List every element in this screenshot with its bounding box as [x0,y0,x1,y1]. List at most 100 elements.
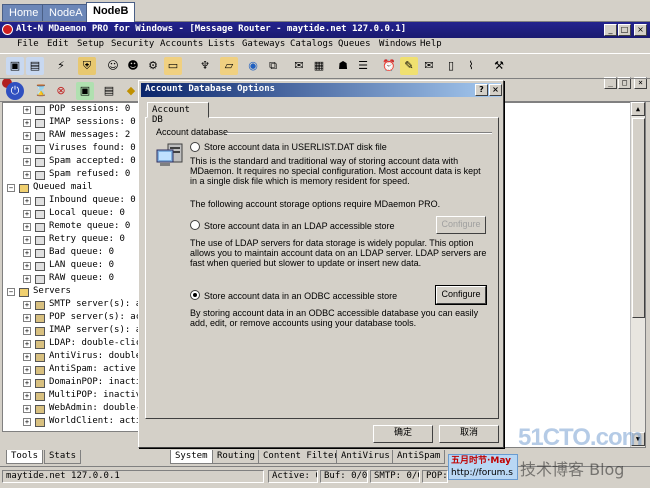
tree-item[interactable]: + LAN queue: 0 [3,260,139,273]
radio-userlist[interactable] [190,142,200,152]
envelope-icon[interactable]: ✉ [420,57,438,75]
menu-windows[interactable]: Windows [379,39,417,49]
expand-icon[interactable]: + [23,366,31,374]
globe-icon[interactable]: ◉ [244,57,262,75]
tree-item[interactable]: + LDAP: double-click [3,338,139,351]
tree-item[interactable]: + Spam refused: 0 [3,169,139,182]
window-icon[interactable]: ▣ [76,82,94,100]
clock-icon[interactable]: ⏰ [380,57,398,75]
radio-ldap[interactable] [190,220,200,230]
scroll-thumb[interactable] [632,118,645,318]
expand-icon[interactable]: + [23,132,31,140]
pin-icon[interactable]: ♆ [196,57,214,75]
tree-item[interactable]: + IMAP sessions: 0 [3,117,139,130]
menu-catalogs[interactable]: Catalogs [290,39,333,49]
cancel-icon[interactable]: ⊗ [52,82,70,100]
tree-item[interactable]: + WorldClient: active [3,416,139,429]
vertical-scrollbar[interactable]: ▲ ▼ [630,102,645,447]
tab-antispam[interactable]: AntiSpam [392,450,446,464]
expand-icon[interactable]: + [23,158,31,166]
expand-icon[interactable]: + [23,379,31,387]
tree-item[interactable]: + Viruses found: 0 [3,143,139,156]
tab-account-db[interactable]: Account DB [147,102,209,125]
menu-file[interactable]: File [17,39,39,49]
notepad-icon[interactable]: ▯ [442,57,460,75]
expand-icon[interactable]: + [23,236,31,244]
wand-icon[interactable]: ⚡ [52,57,70,75]
expand-icon[interactable]: + [23,171,31,179]
tab-system[interactable]: System [170,450,213,464]
tree-item[interactable]: + Inbound queue: 0 [3,195,139,208]
tree-item[interactable]: + POP server(s): act [3,312,139,325]
tab-content-filter[interactable]: Content Filter [258,450,344,464]
menu-setup[interactable]: Setup [77,39,104,49]
folder-icon[interactable]: ▭ [164,57,182,75]
close-button[interactable]: × [634,24,647,36]
users-icon[interactable]: ☻ [124,57,142,75]
tree-item[interactable]: + DomainPOP: inactive [3,377,139,390]
tree-item[interactable]: + Spam accepted: 0 [3,156,139,169]
expand-icon[interactable]: + [23,145,31,153]
on-off-icon[interactable]: ⏻ [6,82,24,100]
tree-item[interactable]: + POP sessions: 0 [3,104,139,117]
expand-icon[interactable]: + [23,106,31,114]
computer-icon[interactable]: ▣ [6,57,24,75]
tools-icon[interactable]: ⚒ [490,57,508,75]
dialog-close-button[interactable]: × [489,84,502,96]
tree-item[interactable]: + AntiVirus: double-c [3,351,139,364]
collapse-icon[interactable]: − [7,288,15,296]
user-icon[interactable]: ☺ [104,57,122,75]
expand-icon[interactable]: + [23,353,31,361]
tree-item[interactable]: + RAW queue: 0 [3,273,139,286]
help-button[interactable]: ? [475,84,488,96]
shield-icon[interactable]: ⛨ [78,57,96,75]
tree-item[interactable]: + AntiSpam: active [3,364,139,377]
menu-security[interactable]: Security [111,39,154,49]
maximize-button[interactable]: □ [618,24,631,36]
document-icon[interactable]: ▤ [100,82,118,100]
scroll-up-icon[interactable]: ▲ [631,102,645,116]
menu-edit[interactable]: Edit [47,39,69,49]
server-icon[interactable]: ▤ [26,57,44,75]
tab-routing[interactable]: Routing [212,450,260,464]
expand-icon[interactable]: + [23,262,31,270]
tree-item[interactable]: + RAW messages: 2 [3,130,139,143]
accounts-icon[interactable]: ☗ [334,57,352,75]
expand-icon[interactable]: + [23,275,31,283]
expand-icon[interactable]: + [23,314,31,322]
minimize-button[interactable]: _ [604,24,617,36]
note-icon[interactable]: ✎ [400,57,418,75]
menu-help[interactable]: Help [420,39,442,49]
menu-queues[interactable]: Queues [338,39,371,49]
tree-item[interactable]: + MultiPOP: inactive [3,390,139,403]
collapse-icon[interactable]: − [7,184,15,192]
expand-icon[interactable]: + [23,119,31,127]
paperclip-icon[interactable]: ⌇ [462,57,480,75]
odbc-configure-button[interactable]: Configure [435,285,487,305]
ok-button[interactable]: 确定 [373,425,433,443]
tree-item[interactable]: + IMAP server(s): act [3,325,139,338]
expand-icon[interactable]: + [23,392,31,400]
tab-nodeb[interactable]: NodeB [86,2,136,22]
tab-nodea[interactable]: NodeA [42,4,90,21]
mail-icon[interactable]: ✉ [290,57,308,75]
menu-lists[interactable]: Lists [208,39,235,49]
expand-icon[interactable]: + [23,223,31,231]
tree-item[interactable]: + Retry queue: 0 [3,234,139,247]
tree-item[interactable]: + Local queue: 0 [3,208,139,221]
tree-group[interactable]: − Queued mail [3,182,139,195]
ldap-configure-button[interactable]: Configure [436,216,486,234]
tree-item[interactable]: + WebAdmin: double-cl [3,403,139,416]
expand-icon[interactable]: + [23,301,31,309]
expand-icon[interactable]: + [23,340,31,348]
menu-gateways[interactable]: Gateways [242,39,285,49]
gear-icon[interactable]: ⚙ [144,57,162,75]
tab-stats[interactable]: Stats [44,450,82,464]
menu-accounts[interactable]: Accounts [160,39,203,49]
list-icon[interactable]: ☰ [354,57,372,75]
folder-open-icon[interactable]: ▱ [220,57,238,75]
expand-icon[interactable]: + [23,249,31,257]
network-icon[interactable]: ⧉ [264,57,282,75]
radio-odbc[interactable] [190,290,200,300]
expand-icon[interactable]: + [23,210,31,218]
